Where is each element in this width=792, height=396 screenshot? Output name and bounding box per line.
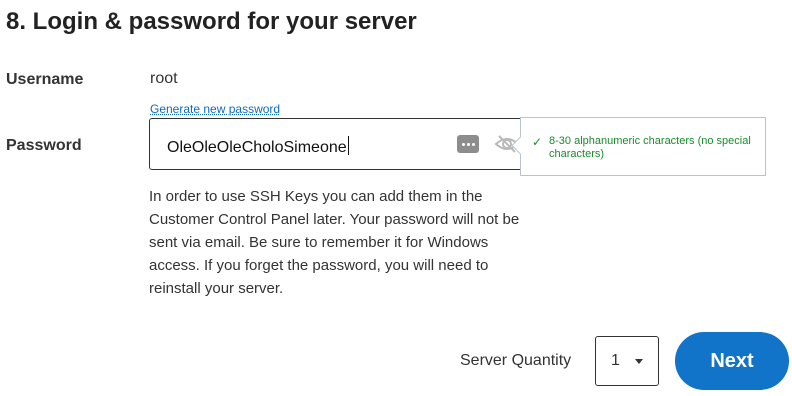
password-input[interactable]: OleOleOleCholoSimeone: [149, 118, 528, 170]
password-hint-text: 8-30 alphanumeric characters (no special…: [549, 135, 751, 160]
server-quantity-select[interactable]: 1: [595, 336, 659, 386]
check-icon: ✓: [532, 135, 543, 149]
text-caret: [347, 136, 349, 155]
chevron-down-icon: [635, 359, 643, 364]
password-text: OleOleOleCholoSimeone: [167, 139, 347, 156]
username-value: root: [150, 70, 178, 87]
next-button[interactable]: Next: [675, 332, 789, 390]
username-label: Username: [6, 71, 84, 88]
ssh-info-text: In order to use SSH Keys you can add the…: [149, 188, 520, 297]
server-quantity-label: Server Quantity: [460, 352, 572, 369]
password-manager-dots-icon[interactable]: [457, 135, 479, 153]
server-quantity-value: 1: [611, 352, 620, 369]
password-hint-tooltip: ✓ 8-30 alphanumeric characters (no speci…: [520, 117, 766, 176]
generate-password-link[interactable]: Generate new password: [150, 102, 280, 116]
password-value: OleOleOleCholoSimeone: [167, 136, 349, 157]
password-label: Password: [6, 137, 82, 154]
section-title: 8. Login & password for your server: [6, 8, 417, 35]
